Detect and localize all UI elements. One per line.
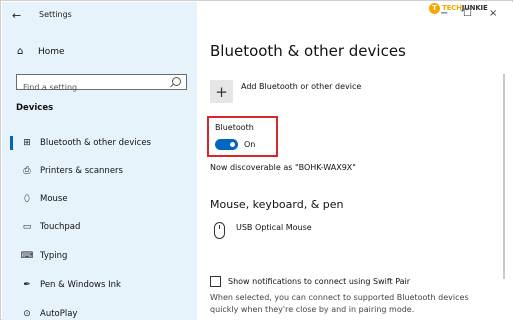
discoverable-text: Now discoverable as "BOHK-WAX9X" [210, 163, 356, 172]
close-button[interactable]: × [489, 8, 497, 19]
search-input[interactable] [17, 80, 173, 95]
section-header-devices: Devices [16, 103, 54, 113]
plus-icon: + [215, 82, 228, 101]
sidebar-item-typing[interactable]: ⌨ Typing [2, 246, 197, 266]
scrollbar[interactable] [503, 74, 505, 279]
back-arrow-icon[interactable]: ← [12, 9, 21, 22]
logo-badge: T [429, 2, 440, 14]
pen-icon: ✒ [23, 280, 31, 290]
home-icon: ⌂ [17, 46, 24, 57]
toggle-knob [230, 142, 235, 147]
swift-pair-checkbox[interactable] [210, 276, 221, 287]
sidebar-item-mouse[interactable]: ⬯ Mouse [2, 189, 197, 209]
keyboard-icon: ⌨ [20, 251, 34, 261]
sidebar-item-pen[interactable]: ✒ Pen & Windows Ink [2, 275, 197, 295]
window-title: Settings [39, 10, 72, 19]
device-name[interactable]: USB Optical Mouse [236, 223, 312, 232]
minimize-button[interactable]: − [440, 8, 448, 19]
main-content: T TECHJUNKIE − ☐ × Bluetooth & other dev… [197, 2, 513, 320]
page-title: Bluetooth & other devices [210, 42, 406, 60]
printer-icon: ⎙ [23, 166, 31, 176]
autoplay-icon: ⊙ [23, 309, 31, 319]
sidebar-item-label: Mouse [40, 194, 68, 204]
bluetooth-toggle[interactable] [215, 139, 238, 150]
sidebar-item-label: AutoPlay [40, 309, 78, 319]
title-bar: ← Settings [2, 2, 197, 30]
techjunkie-logo: T TECHJUNKIE [429, 2, 488, 14]
section-heading-mouse-keyboard-pen: Mouse, keyboard, & pen [210, 198, 344, 211]
settings-window: ← Settings ⌂ Home Devices ⊞ Bluetooth & … [0, 0, 513, 320]
sidebar-item-label: Pen & Windows Ink [40, 280, 121, 290]
sidebar-item-autoplay[interactable]: ⊙ AutoPlay [2, 304, 197, 320]
bluetooth-devices-icon: ⊞ [23, 138, 31, 148]
touchpad-icon: ▭ [22, 222, 32, 232]
sidebar: ← Settings ⌂ Home Devices ⊞ Bluetooth & … [2, 2, 197, 320]
mouse-icon: ⬯ [24, 194, 30, 204]
search-box[interactable] [16, 74, 187, 95]
sidebar-item-label: Typing [40, 251, 68, 261]
sidebar-item-bluetooth[interactable]: ⊞ Bluetooth & other devices [2, 133, 197, 153]
swift-pair-label[interactable]: Show notifications to connect using Swif… [228, 277, 410, 286]
sidebar-item-label: Printers & scanners [40, 166, 123, 176]
sidebar-item-label: Home [38, 46, 65, 57]
sidebar-item-printers[interactable]: ⎙ Printers & scanners [2, 161, 197, 181]
search-icon[interactable] [172, 77, 181, 86]
bluetooth-highlight-box: Bluetooth On [207, 116, 278, 157]
mouse-icon [214, 222, 225, 239]
bluetooth-state-label: On [244, 140, 256, 149]
sidebar-item-touchpad[interactable]: ▭ Touchpad [2, 217, 197, 237]
add-device-button[interactable]: + [210, 80, 233, 103]
bluetooth-label: Bluetooth [215, 123, 254, 132]
sidebar-item-label: Bluetooth & other devices [40, 138, 151, 148]
swift-pair-description: When selected, you can connect to suppor… [210, 293, 469, 314]
sidebar-item-home[interactable]: ⌂ Home [17, 46, 65, 57]
sidebar-item-label: Touchpad [40, 222, 81, 232]
maximize-button[interactable]: ☐ [463, 8, 472, 19]
add-device-label[interactable]: Add Bluetooth or other device [241, 82, 361, 91]
